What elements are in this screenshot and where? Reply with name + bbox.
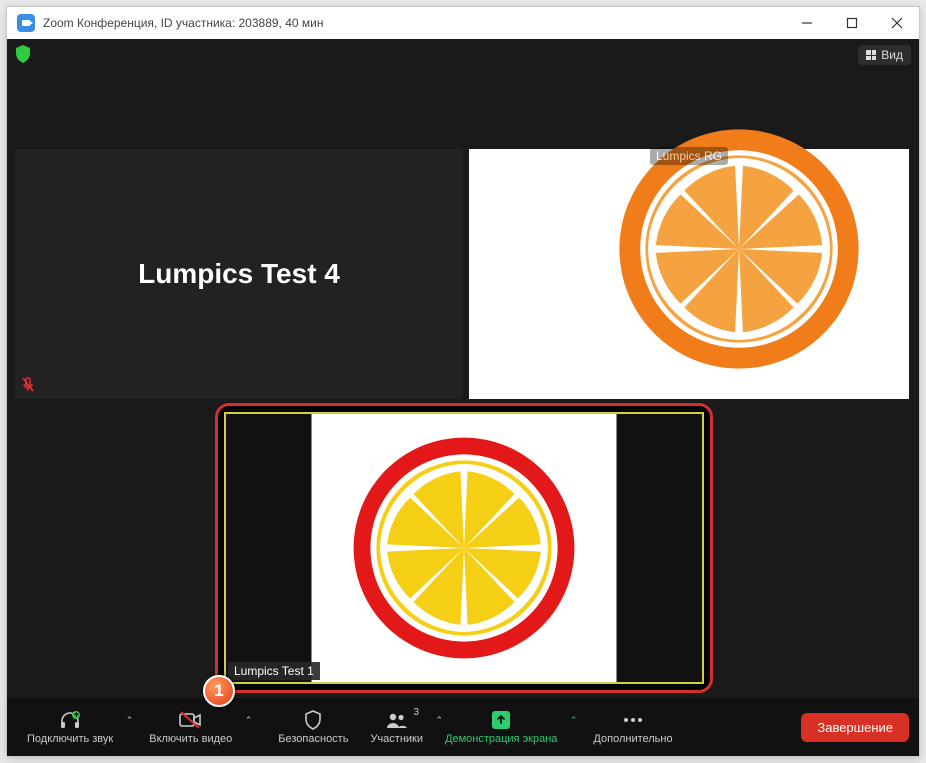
video-gallery: Lumpics Test 4: [15, 149, 911, 694]
chevron-up-icon[interactable]: ⌃: [245, 715, 253, 726]
active-speaker-inner: [224, 412, 704, 684]
headphones-icon: [59, 709, 81, 731]
share-screen-icon: [492, 711, 510, 729]
more-button[interactable]: Дополнительно: [583, 705, 682, 749]
end-meeting-button[interactable]: Завершение: [801, 713, 909, 742]
minimize-button[interactable]: [784, 7, 829, 39]
orange-avatar: [609, 119, 869, 379]
connect-audio-button[interactable]: Подключить звук ⌃: [17, 705, 123, 749]
participant-tile[interactable]: Lumpics RG: [469, 149, 909, 399]
participants-count: 3: [413, 707, 419, 718]
window-title: Zoom Конференция, ID участника: 203889, …: [43, 16, 784, 30]
chevron-up-icon[interactable]: ⌃: [126, 715, 134, 726]
window-controls: [784, 7, 919, 39]
chevron-up-icon[interactable]: ⌃: [570, 715, 578, 726]
maximize-button[interactable]: [829, 7, 874, 39]
annotation-badge-1: 1: [203, 675, 235, 707]
active-speaker-tile[interactable]: Lumpics Test 1: [215, 403, 713, 693]
lemon-avatar: [344, 428, 584, 668]
titlebar: Zoom Конференция, ID участника: 203889, …: [7, 7, 919, 39]
meeting-client: Вид Lumpics Test 4: [7, 39, 919, 756]
view-layout-button[interactable]: Вид: [858, 45, 911, 65]
view-label: Вид: [881, 48, 903, 62]
start-video-button[interactable]: Включить видео ⌃: [139, 705, 242, 749]
mic-muted-icon: [21, 377, 35, 393]
grid-icon: [866, 50, 876, 60]
participants-button[interactable]: Участники 3 ⌃: [360, 705, 433, 749]
meeting-toolbar: Подключить звук ⌃ Включить видео ⌃ Безоп…: [7, 698, 919, 756]
video-off-icon: [179, 709, 203, 731]
close-button[interactable]: [874, 7, 919, 39]
security-button[interactable]: Безопасность: [268, 705, 358, 749]
participants-icon: [385, 709, 409, 731]
participant-tile[interactable]: Lumpics Test 4: [15, 149, 463, 399]
share-screen-button[interactable]: Демонстрация экрана ⌃: [435, 705, 567, 749]
client-topbar: Вид: [7, 39, 919, 69]
more-horizontal-icon: [622, 709, 644, 731]
zoom-app-icon: [17, 14, 35, 32]
app-window: Zoom Конференция, ID участника: 203889, …: [6, 6, 920, 757]
encryption-shield-icon[interactable]: [15, 45, 31, 63]
participant-name-centered: Lumpics Test 4: [138, 258, 340, 290]
shield-icon: [304, 709, 322, 731]
participant-name-tag: Lumpics RG: [650, 147, 728, 165]
participant-name-tag: Lumpics Test 1: [228, 662, 320, 680]
